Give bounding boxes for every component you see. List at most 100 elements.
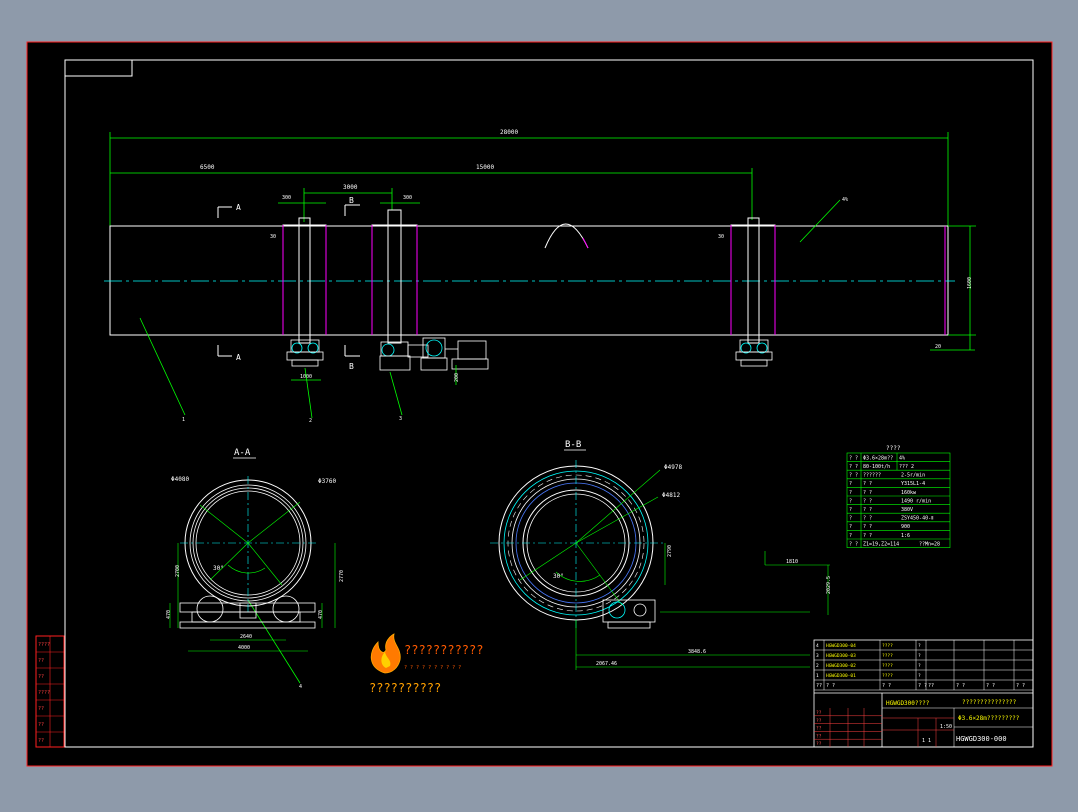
spec-table-cell: ? ? (849, 455, 858, 461)
spec-table-cell: ??Mn=28 (919, 541, 940, 547)
parts-list-cell: ? (918, 643, 921, 649)
view-title-aa: A-A (234, 448, 251, 458)
strip-label: ?? (38, 722, 44, 728)
aa-angle: 30° (213, 565, 224, 572)
sign-row-label: ?? (816, 718, 822, 724)
spec-table-cell: ? ? (849, 464, 858, 470)
spec-table-cell: ??? 2 (899, 464, 914, 470)
bb-dim-right: 2029.5 (826, 576, 832, 594)
sign-row-label: ?? (816, 741, 822, 747)
leader-3: 3 (399, 416, 402, 422)
parts-list-cell: ???? (882, 643, 893, 649)
parts-list-header: ?? (816, 683, 822, 689)
parts-list-cell: ? (918, 653, 921, 659)
cad-drawing: ???? ?? ?? ???? ?? ?? ?? 28000 6500 1500… (26, 41, 1053, 767)
parts-list-cell: ???? (882, 663, 893, 669)
strip-label: ???? (38, 642, 50, 648)
spec-table-title: ???? (886, 445, 901, 452)
parts-list-header: ? ? (1016, 683, 1025, 689)
spec-table-cell: 380V (901, 507, 913, 513)
spec-table-cell: 2-5r/min (901, 473, 925, 479)
spec-table-cell: 1:6 (901, 533, 910, 539)
parts-list-cell: ???? (882, 653, 893, 659)
leader-1: 1 (182, 417, 185, 423)
spec-table-cell: ? ? (863, 498, 872, 504)
dim-tyre-h-right: 30 (718, 234, 724, 240)
dim-tyre-h-left: 30 (270, 234, 276, 240)
strip-label: ?? (38, 706, 44, 712)
bb-dim-b2: 3848.6 (688, 649, 706, 655)
parts-list-cell: 2 (816, 663, 819, 669)
spec-table-cell: ZSY450-40-Ⅱ (901, 516, 934, 522)
sign-row-label: ?? (816, 726, 822, 732)
aa-side-right: 470 (318, 610, 324, 619)
spec-table-cell: ? (849, 507, 852, 513)
dim-tyre-w1: 300 (282, 195, 291, 201)
product-name: HGWGD300???? (886, 700, 930, 707)
spec-table-cell: ? ? (849, 541, 858, 547)
drawing-scale: 1:50 (940, 724, 952, 730)
sign-row-label: ?? (816, 710, 822, 716)
view-title-bb: B-B (565, 440, 581, 450)
cad-viewport: ???? ?? ?? ???? ?? ?? ?? 28000 6500 1500… (0, 0, 1078, 808)
drawing-sheet-count: 1 1 (922, 738, 931, 744)
leader-slope: 4% (842, 197, 848, 203)
parts-list-cell: 4 (816, 643, 819, 649)
aa-height-right: 2770 (339, 570, 345, 582)
parts-list-header: ? ? (826, 683, 835, 689)
spec-table-cell: ? ? (863, 507, 872, 513)
leader-4: 4 (299, 684, 302, 690)
parts-list-cell: 1 (816, 673, 819, 679)
section-mark-a-top: A (236, 203, 241, 212)
spec-table-cell: ? ? (863, 516, 872, 522)
aa-height-left: 2700 (175, 565, 181, 577)
spec-table-cell: 160kw (901, 490, 917, 496)
bb-d-outer: Φ4978 (664, 464, 682, 471)
aa-width-2: 4000 (238, 645, 250, 651)
parts-list-header: ? ? (918, 683, 927, 689)
drawing-number: HGWGD300-000 (956, 735, 1007, 743)
section-mark-a-bottom: A (236, 353, 241, 362)
spec-table-cell: ? (849, 490, 852, 496)
dim-drive-height: 200 (454, 373, 460, 382)
parts-list-cell: ???? (882, 673, 893, 679)
spec-table-cell: ? (849, 533, 852, 539)
bb-dim-top: 1810 (786, 559, 798, 565)
parts-list-cell: 3 (816, 653, 819, 659)
logo-caption-2: ? ? ? ? ? ? ? ? ? ? (404, 665, 461, 671)
parts-list-cell: ? (918, 673, 921, 679)
spec-table-cell: Z1=19,Z2=114 (863, 541, 899, 547)
spec-table-cell: ? ? (863, 490, 872, 496)
spec-table-cell: ? (849, 481, 852, 487)
leader-2: 2 (309, 418, 312, 424)
strip-label: ?? (38, 738, 44, 744)
aa-d-outer: Φ4080 (171, 476, 189, 483)
dim-tyre-gap: 3000 (343, 184, 358, 191)
spec-table-cell: Y315L1-4 (901, 481, 925, 487)
dim-diameter: 1600 (967, 277, 973, 289)
aa-side-left: 470 (166, 610, 172, 619)
dim-tyre-w2: 300 (403, 195, 412, 201)
section-mark-b-bottom: B (349, 362, 354, 371)
dim-bottom-offset: 20 (935, 344, 941, 350)
parts-list-cell: HGWGD300-04 (826, 643, 856, 649)
company-name: ??????????????? (962, 699, 1017, 706)
spec-table-cell: 900 (901, 524, 910, 530)
spec-table-cell: ? (849, 524, 852, 530)
parts-list-cell: ? (918, 663, 921, 669)
spec-table-cell: ? ? (863, 481, 872, 487)
bb-d-inner: Φ4812 (662, 492, 680, 499)
spec-table-cell: 1490 r/min (901, 498, 931, 504)
spec-table-cell: 4% (899, 455, 905, 461)
parts-list-cell: HGWGD300-01 (826, 673, 856, 679)
dim-left-end: 6500 (200, 164, 215, 171)
aa-width-1: 2640 (240, 634, 252, 640)
spec-table-cell: ? ? (849, 473, 858, 479)
parts-list-cell: HGWGD300-02 (826, 663, 856, 669)
parts-list-header: ? ? (956, 683, 965, 689)
dim-span: 15000 (476, 164, 494, 171)
spec-table-cell: ?????? (863, 473, 881, 479)
sign-row-label: ?? (816, 733, 822, 739)
spec-table-cell: ? (849, 516, 852, 522)
drawing-sheet (27, 42, 1052, 766)
